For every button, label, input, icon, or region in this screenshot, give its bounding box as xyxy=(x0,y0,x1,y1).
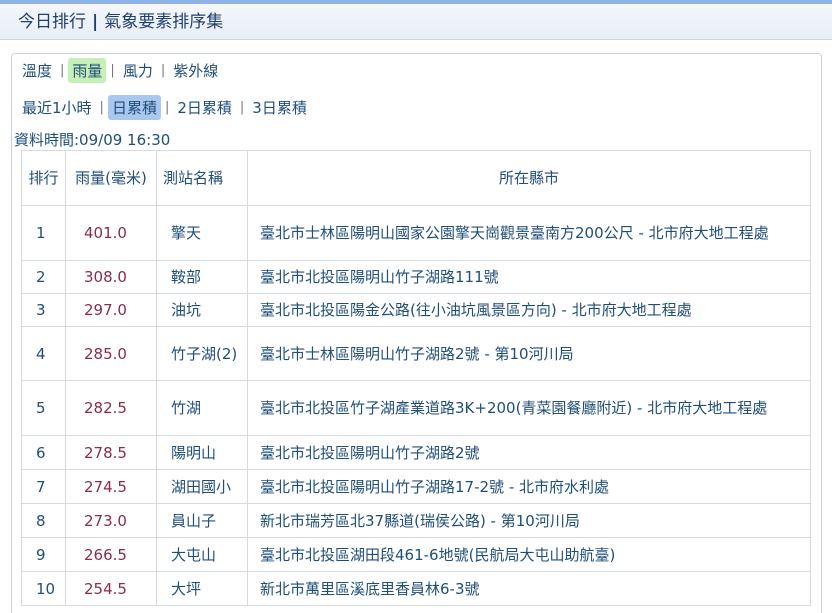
cell-station: 油坑 xyxy=(156,293,248,327)
period-tabs: 最近1小時 | 日累積 | 2日累積 | 3日累積 xyxy=(18,94,311,120)
header-location: 所在縣市 xyxy=(247,150,811,206)
cell-rank: 5 xyxy=(21,380,66,436)
cell-station: 大屯山 xyxy=(156,537,248,572)
header-separator: | xyxy=(92,12,99,32)
data-time: 資料時間:09/09 16:30 xyxy=(14,131,171,149)
cell-rainfall: 308.0 xyxy=(65,260,157,294)
table-row: 8 273.0 員山子 新北市瑞芳區北37縣道(瑞侯公路) - 第10河川局 xyxy=(21,503,811,538)
tab-wind[interactable]: 風力 xyxy=(119,58,157,83)
table-row: 10 254.5 大坪 新北市萬里區溪底里香員林6-3號 xyxy=(21,571,811,606)
ranking-table: 排行 雨量(毫米) 測站名稱 所在縣市 1 401.0 擎天 臺北市士林區陽明山… xyxy=(21,150,811,606)
cell-rank: 7 xyxy=(21,469,66,504)
cell-location: 新北市萬里區溪底里香員林6-3號 xyxy=(247,571,811,606)
tab-rainfall[interactable]: 雨量 xyxy=(68,57,107,83)
cell-location: 臺北市北投區陽明山竹子湖路17-2號 - 北市府水利處 xyxy=(247,469,811,504)
table-row: 5 282.5 竹湖 臺北市北投區竹子湖產業道路3K+200(青菜園餐廳附近) … xyxy=(21,380,811,436)
cell-rank: 9 xyxy=(21,537,66,572)
tab-divider: | xyxy=(160,62,166,78)
cell-location: 臺北市士林區陽明山竹子湖路2號 - 第10河川局 xyxy=(247,326,811,381)
header-rank: 排行 xyxy=(21,150,66,206)
cell-location: 臺北市北投區湖田段461-6地號(民航局大屯山助航臺) xyxy=(247,537,811,572)
cell-rainfall: 401.0 xyxy=(65,205,157,261)
cell-station: 竹子湖(2) xyxy=(156,326,248,381)
cell-rainfall: 266.5 xyxy=(65,537,157,572)
element-tabs: 溫度 | 雨量 | 風力 | 紫外線 xyxy=(18,57,222,83)
cell-location: 臺北市北投區陽明山竹子湖路2號 xyxy=(247,435,811,470)
cell-location: 臺北市北投區陽明山竹子湖路111號 xyxy=(247,260,811,294)
cell-rainfall: 285.0 xyxy=(65,326,157,381)
tab-divider: | xyxy=(99,99,104,115)
cell-rank: 10 xyxy=(21,571,66,606)
cell-station: 鞍部 xyxy=(156,260,248,294)
tab-divider: | xyxy=(164,99,170,115)
cell-rainfall: 273.0 xyxy=(65,503,157,538)
tab-uv[interactable]: 紫外線 xyxy=(169,58,222,83)
cell-station: 陽明山 xyxy=(156,435,248,470)
cell-location: 新北市瑞芳區北37縣道(瑞侯公路) - 第10河川局 xyxy=(247,503,811,538)
cell-station: 湖田國小 xyxy=(156,469,248,504)
cell-rainfall: 297.0 xyxy=(65,293,157,327)
cell-station: 員山子 xyxy=(156,503,248,538)
cell-rank: 2 xyxy=(21,260,66,294)
header-title-left: 今日排行 xyxy=(18,12,86,32)
header-rainfall: 雨量(毫米) xyxy=(65,150,157,206)
header-station: 測站名稱 xyxy=(156,150,248,206)
table-row: 6 278.5 陽明山 臺北市北投區陽明山竹子湖路2號 xyxy=(21,435,811,470)
cell-station: 大坪 xyxy=(156,571,248,606)
cell-rainfall: 282.5 xyxy=(65,380,157,436)
cell-location: 臺北市士林區陽明山國家公園擎天崗觀景臺南方200公尺 - 北市府大地工程處 xyxy=(247,205,811,261)
cell-rank: 4 xyxy=(21,326,66,381)
cell-location: 臺北市北投區竹子湖產業道路3K+200(青菜園餐廳附近) - 北市府大地工程處 xyxy=(247,380,811,436)
cell-rank: 1 xyxy=(21,205,66,261)
tab-last-hour[interactable]: 最近1小時 xyxy=(18,95,96,120)
tab-divider: | xyxy=(239,99,245,115)
cell-station: 竹湖 xyxy=(156,380,248,436)
tab-2day[interactable]: 2日累積 xyxy=(173,95,236,120)
tab-temperature[interactable]: 溫度 xyxy=(18,58,56,83)
cell-rainfall: 254.5 xyxy=(65,571,157,606)
tab-divider: | xyxy=(110,62,115,78)
tab-divider: | xyxy=(60,62,65,78)
table-row: 9 266.5 大屯山 臺北市北投區湖田段461-6地號(民航局大屯山助航臺) xyxy=(21,537,811,572)
tab-3day[interactable]: 3日累積 xyxy=(248,95,311,120)
tab-daily[interactable]: 日累積 xyxy=(107,94,161,120)
cell-rank: 3 xyxy=(21,293,66,327)
table-row: 2 308.0 鞍部 臺北市北投區陽明山竹子湖路111號 xyxy=(21,260,811,294)
cell-rainfall: 278.5 xyxy=(65,435,157,470)
cell-location: 臺北市北投區陽金公路(往小油坑風景區方向) - 北市府大地工程處 xyxy=(247,293,811,327)
table-row: 4 285.0 竹子湖(2) 臺北市士林區陽明山竹子湖路2號 - 第10河川局 xyxy=(21,326,811,381)
header-title-right: 氣象要素排序集 xyxy=(104,12,224,32)
table-row: 7 274.5 湖田國小 臺北市北投區陽明山竹子湖路17-2號 - 北市府水利處 xyxy=(21,469,811,504)
cell-station: 擎天 xyxy=(156,205,248,261)
table-row: 3 297.0 油坑 臺北市北投區陽金公路(往小油坑風景區方向) - 北市府大地… xyxy=(21,293,811,327)
cell-rank: 8 xyxy=(21,503,66,538)
page-header: 今日排行 | 氣象要素排序集 xyxy=(0,4,832,40)
cell-rank: 6 xyxy=(21,435,66,470)
cell-rainfall: 274.5 xyxy=(65,469,157,504)
table-header-row: 排行 雨量(毫米) 測站名稱 所在縣市 xyxy=(21,150,811,206)
table-row: 1 401.0 擎天 臺北市士林區陽明山國家公園擎天崗觀景臺南方200公尺 - … xyxy=(21,205,811,261)
